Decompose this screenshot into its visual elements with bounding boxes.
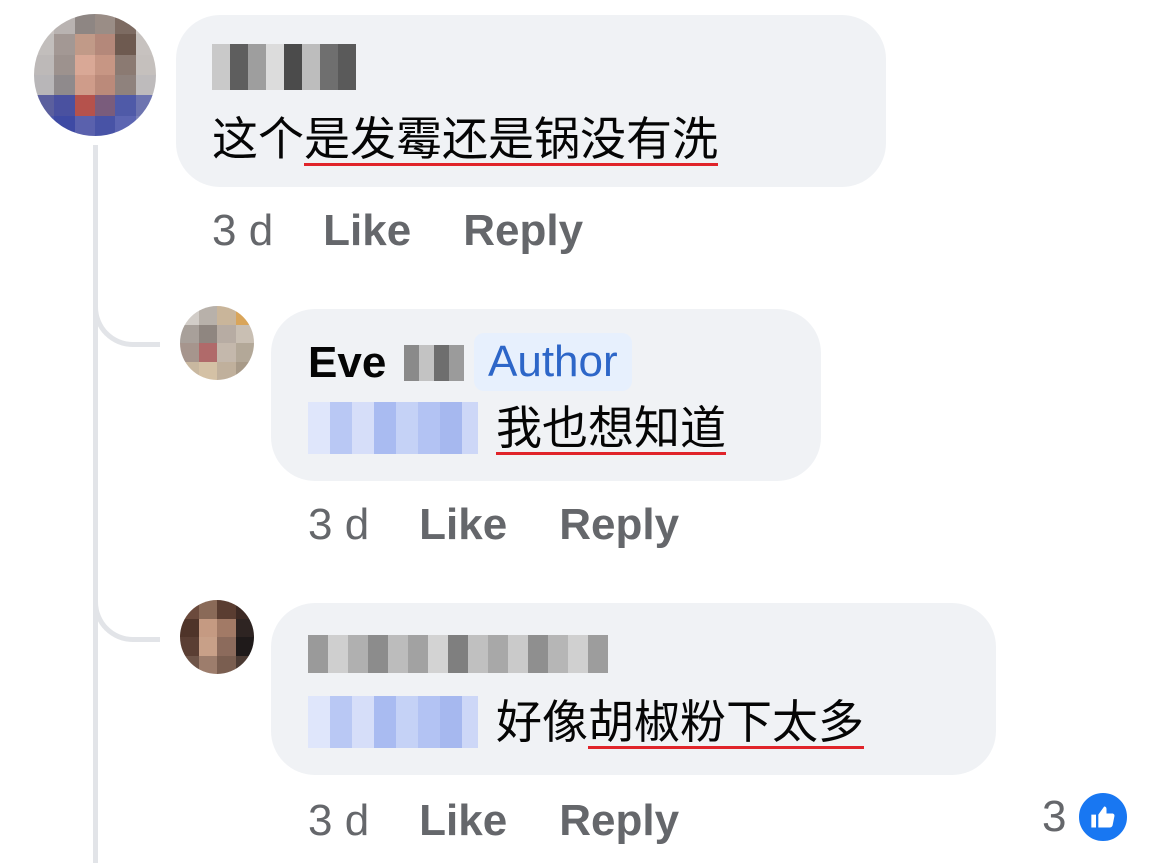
timestamp[interactable]: 3 d bbox=[308, 796, 369, 846]
reply-text: 好像胡椒粉下太多 bbox=[496, 694, 864, 750]
reply-bubble[interactable]: Eve Author 我也想知道 bbox=[271, 309, 821, 481]
reply-text-flagged: 胡椒粉下太多 bbox=[588, 695, 864, 749]
mention-tag-redacted[interactable] bbox=[308, 696, 478, 748]
reaction-summary[interactable]: 3 bbox=[1042, 790, 1131, 844]
reply-button[interactable]: Reply bbox=[559, 796, 679, 846]
thread-branch-1 bbox=[93, 280, 160, 347]
avatar[interactable] bbox=[180, 306, 254, 380]
avatar[interactable] bbox=[34, 14, 156, 136]
commenter-name-redacted[interactable] bbox=[308, 635, 608, 673]
comment-bubble[interactable]: 这个是发霉还是锅没有洗 bbox=[176, 15, 886, 187]
reply-actions: 3 d Like Reply bbox=[308, 500, 731, 550]
commenter-name-redacted[interactable] bbox=[212, 44, 356, 90]
reply-actions: 3 d Like Reply bbox=[308, 796, 731, 846]
reply-bubble[interactable]: 好像胡椒粉下太多 bbox=[271, 603, 996, 775]
thread-line bbox=[93, 145, 98, 863]
avatar[interactable] bbox=[180, 600, 254, 674]
comment-actions: 3 d Like Reply bbox=[212, 206, 635, 256]
like-button[interactable]: Like bbox=[419, 796, 507, 846]
thumbs-up-glyph bbox=[1091, 806, 1115, 828]
reply-button[interactable]: Reply bbox=[559, 500, 679, 550]
comment-text: 这个是发霉还是锅没有洗 bbox=[212, 111, 718, 167]
mention-tag-redacted[interactable] bbox=[308, 402, 478, 454]
reply-text: 我也想知道 bbox=[496, 400, 726, 456]
reaction-count: 3 bbox=[1042, 792, 1067, 841]
comment-text-plain: 这个 bbox=[212, 112, 304, 166]
author-name[interactable]: Eve bbox=[308, 338, 386, 388]
comment-text-flagged: 是发霉还是锅没有洗 bbox=[304, 112, 718, 166]
author-badge: Author bbox=[474, 333, 632, 391]
like-button[interactable]: Like bbox=[323, 206, 411, 256]
author-surname-redacted bbox=[404, 345, 464, 381]
reply-button[interactable]: Reply bbox=[463, 206, 583, 256]
timestamp[interactable]: 3 d bbox=[308, 500, 369, 550]
thumbs-up-icon bbox=[1076, 790, 1131, 844]
reply-text-flagged: 我也想知道 bbox=[496, 401, 726, 455]
reply-text-plain: 好像 bbox=[496, 695, 588, 749]
like-button[interactable]: Like bbox=[419, 500, 507, 550]
timestamp[interactable]: 3 d bbox=[212, 206, 273, 256]
thread-branch-2 bbox=[93, 575, 160, 642]
